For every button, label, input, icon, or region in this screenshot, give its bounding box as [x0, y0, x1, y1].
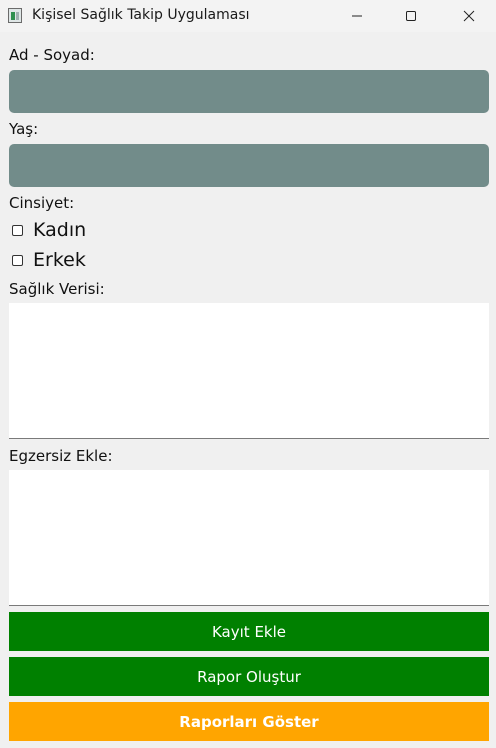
age-input[interactable]: [9, 144, 489, 187]
health-data-textarea[interactable]: [9, 303, 489, 439]
add-record-button[interactable]: Kayıt Ekle: [9, 612, 489, 651]
create-report-button[interactable]: Rapor Oluştur: [9, 657, 489, 696]
health-data-label: Sağlık Verisi:: [9, 280, 105, 298]
exercise-label: Egzersiz Ekle:: [9, 447, 113, 465]
maximize-button[interactable]: [388, 0, 434, 32]
gender-label: Cinsiyet:: [9, 194, 75, 212]
exercise-textarea[interactable]: [9, 470, 489, 606]
minimize-button[interactable]: [334, 0, 380, 32]
minimize-icon: [352, 15, 362, 17]
maximize-icon: [406, 11, 416, 21]
gender-option-female[interactable]: Kadın: [12, 219, 86, 241]
male-checkbox[interactable]: [12, 254, 23, 266]
title-bar: Kişisel Sağlık Takip Uygulaması: [0, 0, 496, 32]
window-title: Kişisel Sağlık Takip Uygulaması: [32, 7, 250, 23]
show-reports-button[interactable]: Raporları Göster: [9, 702, 489, 741]
app-window: Kişisel Sağlık Takip Uygulaması Ad - Soy…: [0, 0, 496, 748]
gender-option-male[interactable]: Erkek: [12, 249, 86, 271]
age-label: Yaş:: [9, 120, 39, 138]
close-button[interactable]: [446, 0, 492, 32]
app-window-icon: [8, 8, 22, 23]
female-checkbox-label: Kadın: [33, 219, 87, 241]
name-input[interactable]: [9, 70, 489, 113]
female-checkbox[interactable]: [12, 224, 23, 236]
close-icon: [463, 10, 475, 22]
male-checkbox-label: Erkek: [33, 249, 86, 271]
name-label: Ad - Soyad:: [9, 46, 95, 64]
